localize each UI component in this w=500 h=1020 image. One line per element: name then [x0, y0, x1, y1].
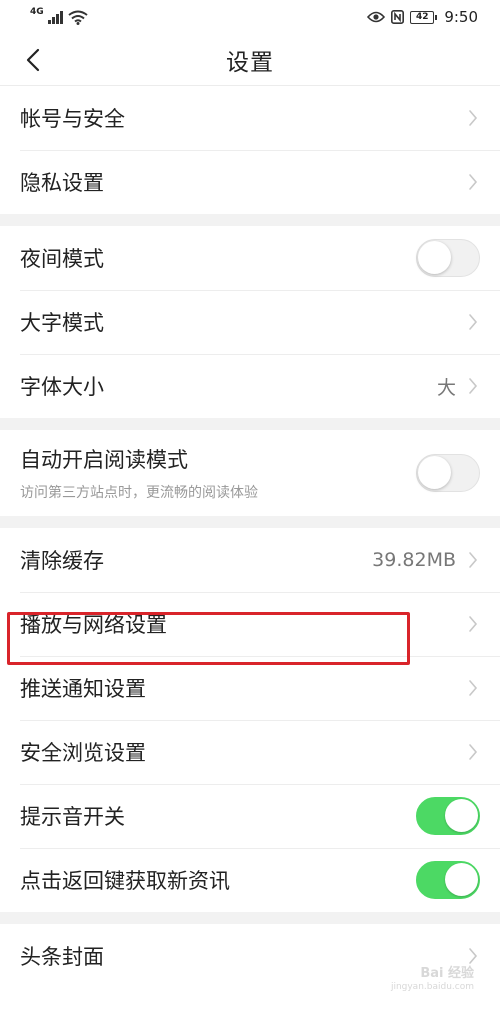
setting-description: 访问第三方站点时，更流畅的阅读体验: [20, 485, 258, 501]
status-bar: 4G 42 9:50: [0, 0, 500, 34]
battery-icon: 42: [410, 10, 438, 24]
eye-icon: [367, 11, 386, 23]
chevron-right-icon: [466, 945, 480, 967]
setting-account-security[interactable]: 帐号与安全: [0, 86, 500, 150]
watermark: Bai 经验 jingyan.baidu.com: [391, 966, 474, 992]
watermark-url: jingyan.baidu.com: [390, 981, 474, 992]
watermark-text: Bai 经验: [420, 966, 474, 981]
setting-auto-reader-mode: 自动开启阅读模式 访问第三方站点时，更流畅的阅读体验: [0, 430, 500, 516]
setting-large-text-mode[interactable]: 大字模式: [0, 290, 500, 354]
setting-safe-browsing[interactable]: 安全浏览设置: [0, 720, 500, 784]
network-type: 4G: [30, 7, 44, 17]
setting-label: 清除缓存: [20, 549, 104, 573]
toggle-knob: [445, 799, 478, 832]
setting-label: 播放与网络设置: [20, 613, 167, 637]
section-divider: [0, 912, 500, 924]
chevron-right-icon: [466, 311, 480, 333]
setting-label: 自动开启阅读模式: [20, 448, 188, 472]
wifi-icon: [68, 10, 88, 25]
setting-clear-cache[interactable]: 清除缓存 39.82MB: [0, 528, 500, 592]
section-divider: [0, 516, 500, 528]
toggle-knob: [418, 456, 451, 489]
battery-level: 42: [416, 12, 429, 22]
alert-sound-toggle[interactable]: [416, 797, 480, 835]
setting-privacy[interactable]: 隐私设置: [0, 150, 500, 214]
status-left: 4G: [30, 7, 88, 25]
top-bar: 设置: [0, 34, 500, 86]
night-mode-toggle[interactable]: [416, 239, 480, 277]
setting-night-mode: 夜间模式: [0, 226, 500, 290]
setting-playback-network[interactable]: 播放与网络设置: [0, 592, 500, 656]
setting-label: 推送通知设置: [20, 677, 146, 701]
setting-alert-sound: 提示音开关: [0, 784, 500, 848]
setting-label: 大字模式: [20, 311, 104, 335]
clock: 9:50: [444, 8, 478, 26]
cache-size-value: 39.82MB: [372, 549, 456, 571]
setting-label: 帐号与安全: [20, 107, 125, 131]
chevron-right-icon: [466, 677, 480, 699]
section-divider: [0, 418, 500, 430]
back-button[interactable]: [18, 44, 48, 76]
section-divider: [0, 214, 500, 226]
toggle-knob: [445, 863, 478, 896]
font-size-value: 大: [436, 376, 456, 399]
chevron-right-icon: [466, 375, 480, 397]
setting-back-key-refresh: 点击返回键获取新资讯: [0, 848, 500, 912]
setting-label: 字体大小: [20, 375, 104, 399]
nfc-icon: [391, 10, 405, 24]
setting-label: 隐私设置: [20, 171, 104, 195]
auto-reader-mode-toggle[interactable]: [416, 454, 480, 492]
chevron-left-icon: [26, 48, 40, 72]
setting-label: 安全浏览设置: [20, 741, 146, 765]
chevron-right-icon: [466, 741, 480, 763]
status-right: 42 9:50: [367, 8, 478, 26]
signal-icon: [47, 11, 63, 24]
setting-label: 提示音开关: [20, 805, 125, 829]
chevron-right-icon: [466, 107, 480, 129]
setting-push-notifications[interactable]: 推送通知设置: [0, 656, 500, 720]
page-title: 设置: [226, 49, 274, 76]
toggle-knob: [418, 241, 451, 274]
back-key-refresh-toggle[interactable]: [416, 861, 480, 899]
chevron-right-icon: [466, 549, 480, 571]
setting-font-size[interactable]: 字体大小 大: [0, 354, 500, 418]
setting-label: 夜间模式: [20, 247, 104, 271]
chevron-right-icon: [466, 613, 480, 635]
setting-label: 点击返回键获取新资讯: [20, 869, 230, 893]
chevron-right-icon: [466, 171, 480, 193]
settings-list: 帐号与安全 隐私设置 夜间模式 大字模式 字体大小 大 自动开启阅读模式 访问第…: [0, 86, 500, 988]
